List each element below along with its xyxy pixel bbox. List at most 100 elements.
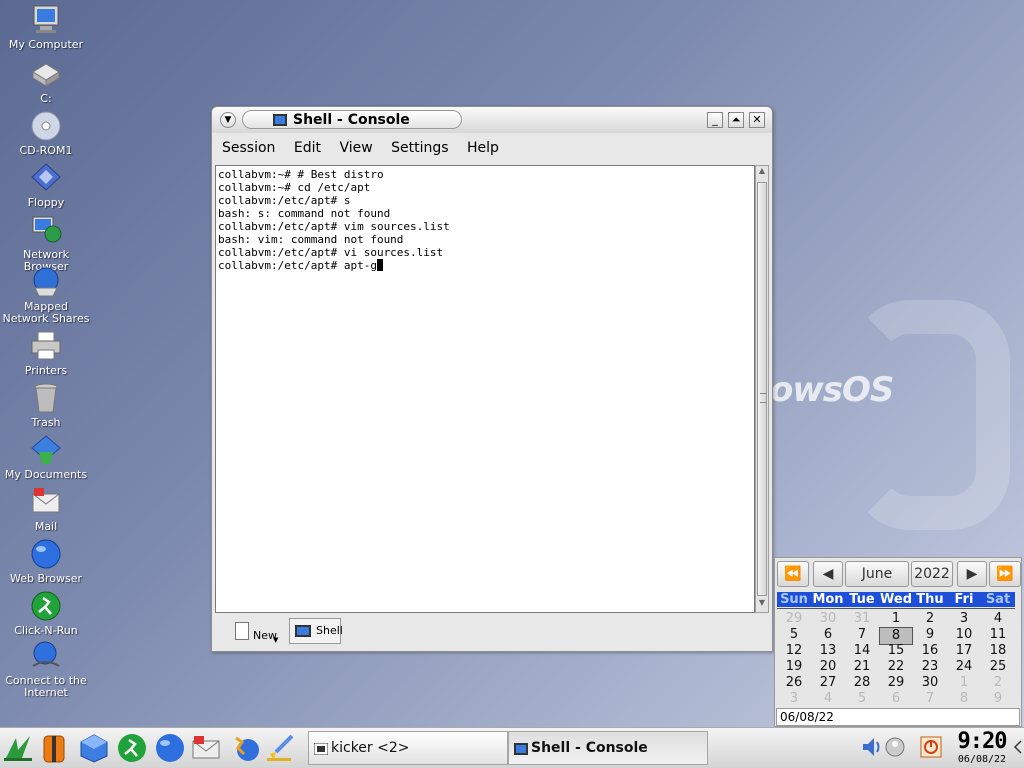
package-cube-icon[interactable]: [78, 732, 110, 764]
desktop-icon-mapped-network-shares[interactable]: Mapped Network Shares: [0, 266, 92, 325]
calendar-day[interactable]: 25: [981, 659, 1015, 675]
calendar-day[interactable]: 29: [777, 611, 811, 627]
prev-year-button[interactable]: ⏪: [777, 561, 809, 587]
calendar-day[interactable]: 21: [845, 659, 879, 675]
calendar-day[interactable]: 27: [811, 675, 845, 691]
calendar-day[interactable]: 13: [811, 643, 845, 659]
calendar-day[interactable]: 17: [947, 643, 981, 659]
calendar-day[interactable]: 26: [777, 675, 811, 691]
user-status-icon[interactable]: [884, 734, 906, 760]
calendar-day[interactable]: 20: [811, 659, 845, 675]
start-menu-icon[interactable]: [2, 732, 34, 764]
power-icon[interactable]: [920, 734, 942, 760]
terminal-output[interactable]: collabvm:~# # Best distro collabvm:~# cd …: [215, 165, 755, 613]
paintbrush-icon[interactable]: [264, 732, 296, 764]
desktop-icon-c-drive[interactable]: C:: [0, 58, 92, 105]
desktop-icon-label: Connect to the Internet: [5, 674, 87, 699]
desktop-icon-floppy[interactable]: Floppy: [0, 162, 92, 209]
calendar-day[interactable]: 31: [845, 611, 879, 627]
terminal-line: collabvm:/etc/apt# vi sources.list: [218, 246, 444, 259]
desktop-icon-click-n-run[interactable]: Click-N-Run: [0, 590, 92, 637]
volume-icon[interactable]: [860, 734, 882, 760]
mail-icon[interactable]: [190, 732, 222, 764]
task-shell-console[interactable]: Shell - Console: [508, 731, 708, 765]
calendar-day[interactable]: 24: [947, 659, 981, 675]
calendar-day[interactable]: 6: [879, 691, 913, 707]
calendar-day[interactable]: 5: [845, 691, 879, 707]
calendar-day[interactable]: 9: [913, 627, 947, 643]
taskbar-clock[interactable]: 9:20 06/08/22: [953, 730, 1011, 766]
calendar-day[interactable]: 22: [879, 659, 913, 675]
click-n-run-icon[interactable]: [116, 732, 148, 764]
window-menu-button[interactable]: ▼: [220, 112, 236, 128]
calendar-day[interactable]: 19: [777, 659, 811, 675]
menu-edit[interactable]: Edit: [294, 140, 321, 156]
maximize-button[interactable]: ⏶: [728, 112, 744, 128]
calendar-day[interactable]: 15: [879, 643, 913, 659]
calendar-day[interactable]: 18: [981, 643, 1015, 659]
new-document-icon: [235, 622, 249, 640]
vertical-scrollbar[interactable]: ▲ ▼: [755, 165, 769, 613]
minimize-button[interactable]: _: [707, 112, 723, 128]
calendar-day[interactable]: 29: [879, 675, 913, 691]
calendar-day[interactable]: 1: [879, 611, 913, 627]
desktop-icon-web-browser[interactable]: Web Browser: [0, 538, 92, 585]
calendar-day[interactable]: 1: [947, 675, 981, 691]
weekday-label: Wed: [880, 592, 912, 607]
calendar-day[interactable]: 10: [947, 627, 981, 643]
calendar-day[interactable]: 16: [913, 643, 947, 659]
desktop-icon-mail[interactable]: Mail: [0, 486, 92, 533]
chevron-down-icon[interactable]: ▼: [273, 637, 278, 644]
desktop-icon-network-browser[interactable]: Network Browser: [0, 214, 92, 273]
desktop-icon-connect-internet[interactable]: Connect to the Internet: [0, 640, 92, 699]
calendar-day[interactable]: 30: [811, 611, 845, 627]
calendar-day[interactable]: 9: [981, 691, 1015, 707]
calendar-day[interactable]: 28: [845, 675, 879, 691]
calendar-day[interactable]: 11: [981, 627, 1015, 643]
network-runner-icon[interactable]: [228, 732, 260, 764]
calendar-day[interactable]: 23: [913, 659, 947, 675]
lifejacket-icon[interactable]: [38, 732, 70, 764]
chevron-left-icon[interactable]: [1013, 740, 1023, 754]
desktop-icon-trash[interactable]: Trash: [0, 382, 92, 429]
clock-time: 9:20: [957, 729, 1008, 754]
calendar-day[interactable]: 3: [947, 611, 981, 627]
desktop-icon-my-computer[interactable]: My Computer: [0, 4, 92, 51]
scroll-up-arrow[interactable]: ▲: [757, 166, 767, 180]
calendar-day[interactable]: 8: [947, 691, 981, 707]
month-button[interactable]: June: [845, 561, 909, 587]
desktop-icon-my-documents[interactable]: My Documents: [0, 434, 92, 481]
close-button[interactable]: ✕: [749, 112, 765, 128]
calendar-day[interactable]: 2: [981, 675, 1015, 691]
calendar-day[interactable]: 2: [913, 611, 947, 627]
new-session-button[interactable]: New ▼: [231, 619, 283, 645]
tab-shell[interactable]: Shell: [289, 618, 343, 644]
calendar-day[interactable]: 5: [777, 627, 811, 643]
globe-icon[interactable]: [154, 732, 186, 764]
menu-help[interactable]: Help: [467, 140, 499, 156]
desktop-icon-cd-rom[interactable]: CD-ROM1: [0, 110, 92, 157]
calendar-date-field[interactable]: 06/08/22: [776, 708, 1020, 726]
task-kicker[interactable]: kicker <2>: [308, 731, 508, 765]
calendar-day[interactable]: 4: [811, 691, 845, 707]
next-year-button[interactable]: ⏩: [989, 561, 1021, 587]
next-month-button[interactable]: ▶: [957, 561, 987, 587]
calendar-day[interactable]: 12: [777, 643, 811, 659]
calendar-day[interactable]: 6: [811, 627, 845, 643]
calendar-day[interactable]: 30: [913, 675, 947, 691]
calendar-day[interactable]: 7: [913, 691, 947, 707]
calendar-day[interactable]: 3: [777, 691, 811, 707]
year-button[interactable]: 2022: [911, 561, 953, 587]
calendar-day[interactable]: 14: [845, 643, 879, 659]
window-titlebar[interactable]: ▼ Shell - Console _ ⏶ ✕: [212, 107, 772, 133]
scrollbar-thumb[interactable]: [757, 182, 767, 596]
menu-session[interactable]: Session: [222, 140, 275, 156]
prev-month-button[interactable]: ◀: [813, 561, 843, 587]
calendar-day[interactable]: 4: [981, 611, 1015, 627]
menu-settings[interactable]: Settings: [391, 140, 448, 156]
scroll-down-arrow[interactable]: ▼: [757, 598, 767, 612]
menu-view[interactable]: View: [339, 140, 372, 156]
desktop-icon-printers[interactable]: Printers: [0, 330, 92, 377]
desktop-icon-label: Printers: [24, 364, 68, 377]
calendar-day[interactable]: 7: [845, 627, 879, 643]
